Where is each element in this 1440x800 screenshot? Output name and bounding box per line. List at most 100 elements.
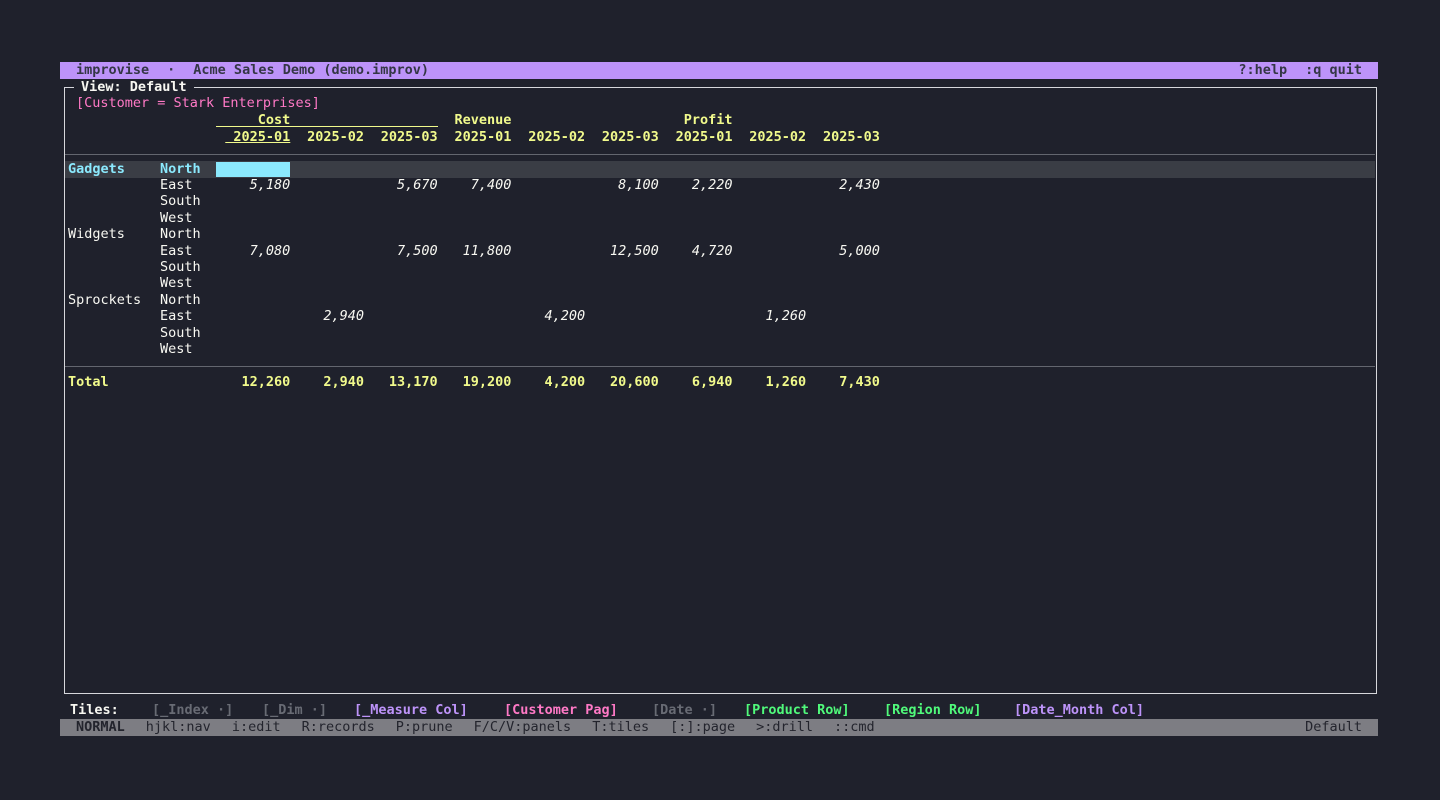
product-label: Widgets: [68, 226, 125, 243]
month-col-header[interactable]: 2025-03: [358, 129, 438, 146]
cell-value[interactable]: 5,180: [210, 177, 290, 194]
month-header-row: 2025-012025-022025-032025-012025-022025-…: [65, 129, 1375, 146]
total-separator: [65, 366, 1375, 367]
region-label: South: [160, 325, 201, 342]
pivot-row[interactable]: Sprockets North: [65, 292, 1375, 309]
region-label: East: [160, 243, 193, 260]
view-frame-title: View: Default: [74, 79, 194, 96]
pivot-row[interactable]: West: [65, 210, 1375, 227]
pivot-row[interactable]: South: [65, 259, 1375, 276]
pivot-row[interactable]: West: [65, 275, 1375, 292]
tile-_index[interactable]: [_Index ·]: [152, 702, 233, 719]
region-label: South: [160, 193, 201, 210]
measure-group-header-row: Cost Revenue Profit: [65, 112, 1375, 129]
status-hint: T:tiles: [592, 719, 649, 736]
pivot-row[interactable]: South: [65, 193, 1375, 210]
cell-value[interactable]: 5,000: [800, 243, 880, 260]
month-col-header[interactable]: 2025-01: [431, 129, 511, 146]
product-label: Gadgets: [68, 161, 125, 178]
status-hint: F/C/V:panels: [474, 719, 572, 736]
quit-hint: :q quit: [1305, 62, 1362, 78]
region-label: South: [160, 259, 201, 276]
region-label: West: [160, 275, 193, 292]
selected-cell[interactable]: [216, 162, 290, 177]
region-label: East: [160, 177, 193, 194]
cell-value[interactable]: 2,940: [284, 308, 364, 325]
document-title: Acme Sales Demo (demo.improv): [193, 62, 429, 78]
total-value: 7,430: [800, 374, 880, 391]
tile-_measure[interactable]: [_Measure Col]: [354, 702, 468, 719]
status-hint: [:]:page: [670, 719, 735, 736]
cell-value[interactable]: 1,260: [726, 308, 806, 325]
status-hint: i:edit: [232, 719, 281, 736]
pivot-row[interactable]: Gadgets North: [65, 161, 1375, 178]
product-label: Sprockets: [68, 292, 141, 309]
terminal-screen: improvise·Acme Sales Demo (demo.improv) …: [0, 0, 1440, 800]
title-bar-left: improvise · Acme Sales Demo (demo.improv): [76, 62, 447, 79]
status-hints: NORMAL hjkl:nav i:edit R:records P:prune F/C…: [76, 719, 896, 736]
total-value: 2,940: [284, 374, 364, 391]
status-view-name: Default: [1305, 719, 1362, 736]
app-name: improvise: [76, 62, 149, 78]
month-col-header[interactable]: 2025-03: [579, 129, 659, 146]
cell-value[interactable]: 7,500: [358, 243, 438, 260]
measure-group-label[interactable]: Cost: [210, 112, 290, 129]
pivot-row[interactable]: East 5,180 5,6707,400 8,1002,220 2,430: [65, 177, 1375, 194]
month-col-header[interactable]: 2025-02: [726, 129, 806, 146]
region-label: West: [160, 341, 193, 358]
total-row: Total12,2602,94013,17019,2004,20020,6006…: [65, 374, 1375, 391]
pivot-row[interactable]: West: [65, 341, 1375, 358]
title-separator-dot: ·: [167, 62, 175, 78]
pivot-row[interactable]: South: [65, 325, 1375, 342]
tile-product[interactable]: [Product Row]: [744, 702, 850, 719]
region-label: North: [160, 226, 201, 243]
tile-region[interactable]: [Region Row]: [884, 702, 982, 719]
pivot-row[interactable]: East 7,080 7,50011,800 12,5004,720 5,000: [65, 243, 1375, 260]
cell-value[interactable]: 2,430: [800, 177, 880, 194]
region-label: North: [160, 292, 201, 309]
status-hint: >:drill: [756, 719, 813, 736]
status-hint: hjkl:nav: [146, 719, 211, 736]
status-hint: P:prune: [396, 719, 453, 736]
month-col-header[interactable]: 2025-02: [284, 129, 364, 146]
cell-value[interactable]: 7,400: [431, 177, 511, 194]
filter-tag[interactable]: [Customer = Stark Enterprises]: [76, 95, 320, 112]
measure-group-label[interactable]: Profit: [653, 112, 733, 129]
pivot-row[interactable]: Widgets North: [65, 226, 1375, 243]
tile-date[interactable]: [Date ·]: [652, 702, 717, 719]
total-value: 19,200: [431, 374, 511, 391]
total-label: Total: [68, 374, 109, 391]
measure-group-label[interactable]: Revenue: [431, 112, 511, 129]
tiles-bar: Tiles: [_Index ·] [_Dim ·] [_Measure Col] […: [0, 702, 1440, 719]
region-label: West: [160, 210, 193, 227]
help-hint: ?:help: [1238, 62, 1287, 78]
total-value: 12,260: [210, 374, 290, 391]
cell-value[interactable]: 5,670: [358, 177, 438, 194]
total-value: 13,170: [358, 374, 438, 391]
month-col-header[interactable]: 2025-03: [800, 129, 880, 146]
title-bar: improvise·Acme Sales Demo (demo.improv) …: [60, 62, 1378, 79]
status-hint: ::cmd: [834, 719, 875, 736]
status-hint: R:records: [302, 719, 375, 736]
cell-value[interactable]: 4,720: [653, 243, 733, 260]
month-col-header[interactable]: 2025-02: [505, 129, 585, 146]
mode-indicator: NORMAL: [76, 719, 125, 736]
tile-customer[interactable]: [Customer Pag]: [504, 702, 618, 719]
total-value: 4,200: [505, 374, 585, 391]
month-col-header[interactable]: 2025-01: [210, 129, 290, 146]
cell-value[interactable]: 4,200: [505, 308, 585, 325]
pivot-row[interactable]: East 2,940 4,200 1,260: [65, 308, 1375, 325]
title-bar-right: ?:help :q quit: [1220, 62, 1362, 79]
month-col-header[interactable]: 2025-01: [653, 129, 733, 146]
cell-value[interactable]: 2,220: [653, 177, 733, 194]
tile-_dim[interactable]: [_Dim ·]: [262, 702, 327, 719]
cell-value[interactable]: 7,080: [210, 243, 290, 260]
region-label: East: [160, 308, 193, 325]
region-label: North: [160, 161, 201, 178]
cell-value[interactable]: 11,800: [431, 243, 511, 260]
tile-date_month[interactable]: [Date_Month Col]: [1014, 702, 1144, 719]
cell-value[interactable]: 8,100: [579, 177, 659, 194]
header-separator: [65, 154, 1375, 155]
tiles-bar-label: Tiles:: [70, 702, 119, 719]
cell-value[interactable]: 12,500: [579, 243, 659, 260]
